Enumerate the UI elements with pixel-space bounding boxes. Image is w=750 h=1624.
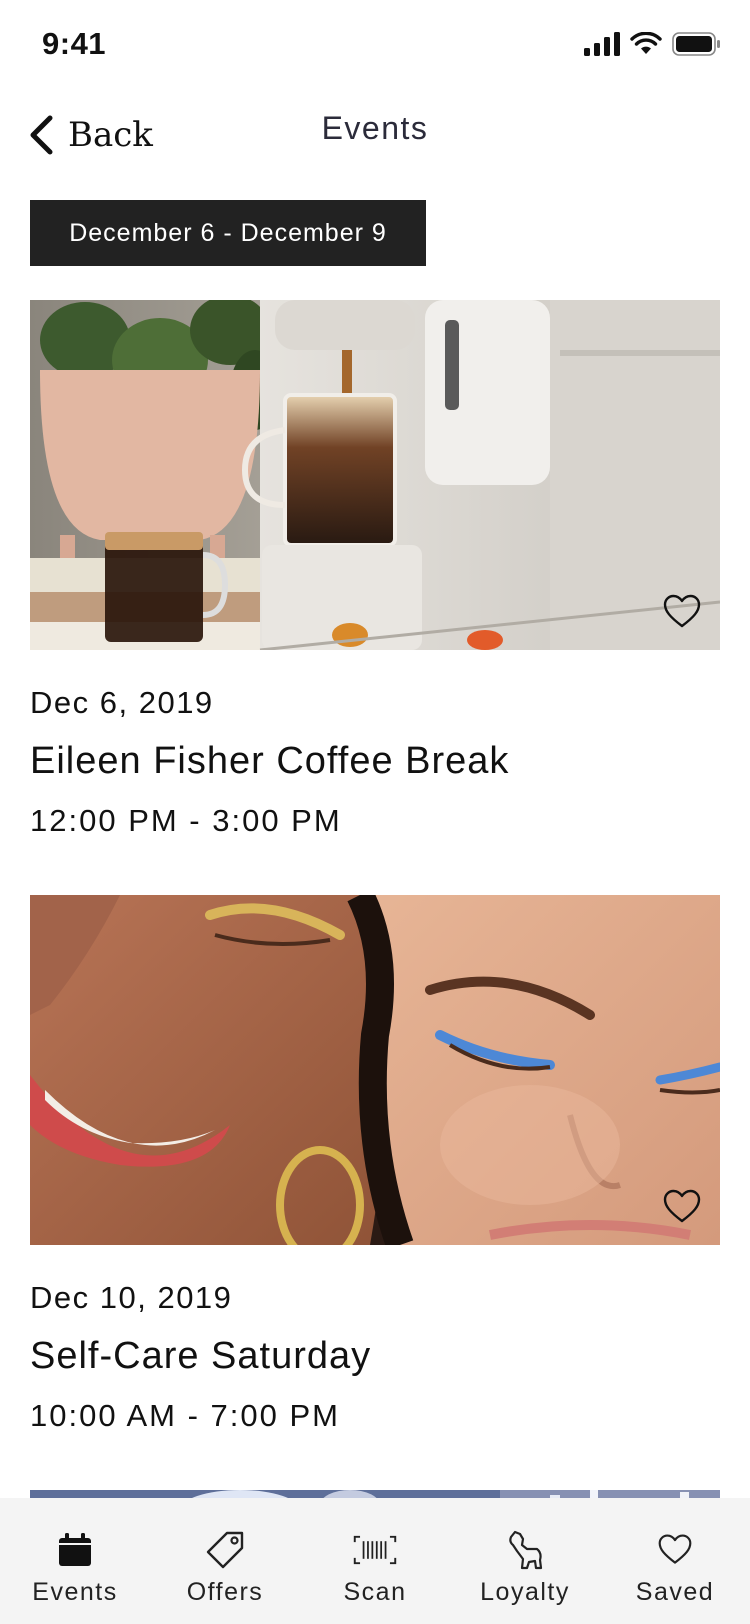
heart-outline-icon[interactable]: [662, 1187, 702, 1227]
tab-label: Events: [32, 1578, 118, 1606]
navigation-bar: Back Events: [0, 90, 750, 180]
event-date: Dec 6, 2019: [30, 685, 214, 720]
glitter-makeup-photo[interactable]: [30, 895, 720, 1245]
calendar-icon: [53, 1528, 97, 1572]
event-card[interactable]: Dec 6, 2019 Eileen Fisher Coffee Break 1…: [30, 300, 720, 895]
events-feed[interactable]: Dec 6, 2019 Eileen Fisher Coffee Break 1…: [30, 300, 720, 1498]
event-time: 10:00 AM - 7:00 PM: [30, 1398, 340, 1433]
heart-icon: [653, 1528, 697, 1572]
status-time: 9:41: [42, 26, 107, 61]
date-range-filter[interactable]: December 6 - December 9: [30, 200, 426, 266]
coffee-machine-photo[interactable]: [30, 300, 720, 650]
status-icons: [584, 32, 720, 56]
next-event-image-peek[interactable]: [30, 1490, 720, 1498]
event-card[interactable]: Dec 10, 2019 Self-Care Saturday 10:00 AM…: [30, 895, 720, 1490]
tag-icon: [203, 1528, 247, 1572]
tab-label: Loyalty: [480, 1578, 570, 1606]
wifi-icon: [630, 32, 662, 54]
tab-label: Saved: [635, 1578, 715, 1606]
tab-bar: Events Offers Scan Loyalty Saved: [0, 1498, 750, 1624]
barcode-icon: [353, 1528, 397, 1572]
heart-outline-icon[interactable]: [662, 592, 702, 632]
tab-offers[interactable]: Offers: [150, 1498, 300, 1624]
tab-scan[interactable]: Scan: [300, 1498, 450, 1624]
dog-icon: [503, 1528, 547, 1572]
event-time: 12:00 PM - 3:00 PM: [30, 803, 342, 838]
event-title[interactable]: Eileen Fisher Coffee Break: [30, 740, 509, 783]
page-title: Events: [321, 110, 429, 146]
tab-label: Scan: [343, 1578, 407, 1606]
tab-events[interactable]: Events: [0, 1498, 150, 1624]
tab-saved[interactable]: Saved: [600, 1498, 750, 1624]
event-date: Dec 10, 2019: [30, 1280, 233, 1315]
status-bar: 9:41: [0, 0, 750, 90]
event-title[interactable]: Self-Care Saturday: [30, 1335, 371, 1378]
tab-loyalty[interactable]: Loyalty: [450, 1498, 600, 1624]
tab-label: Offers: [186, 1578, 264, 1606]
signal-icon: [584, 32, 620, 56]
battery-icon: [672, 32, 720, 56]
